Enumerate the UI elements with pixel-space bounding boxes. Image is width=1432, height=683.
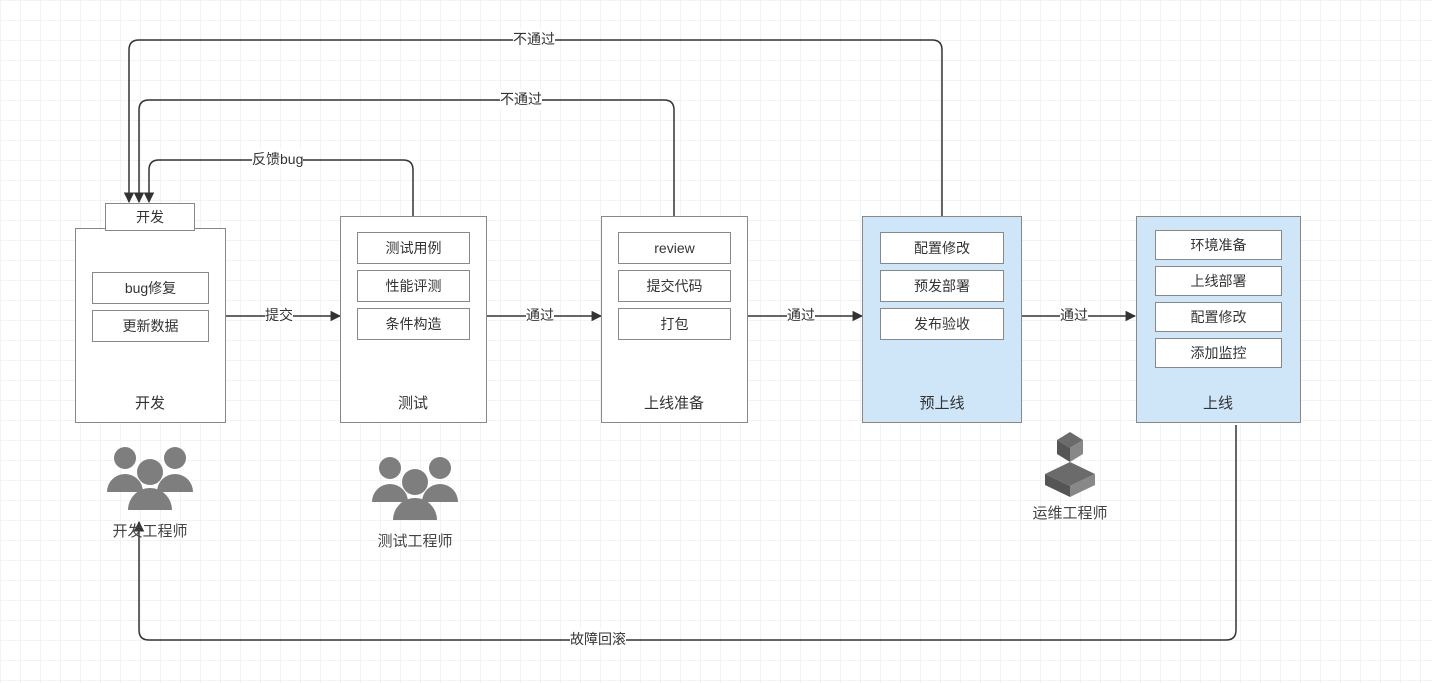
online-item-3: 添加监控 [1155,338,1282,368]
edge-fail1: 不通过 [500,89,542,109]
edge-submit: 提交 [265,305,293,325]
test-item-1: 性能评测 [357,270,470,302]
role-ops: 运维工程师 [1010,502,1130,523]
dev-item-1: 更新数据 [92,310,209,342]
test-item-2: 条件构造 [357,308,470,340]
online-item-0: 环境准备 [1155,230,1282,260]
stage-test-title: 测试 [363,392,463,413]
ops-cube-icon [1035,432,1105,497]
stage-pre-title: 预上线 [892,392,992,413]
prep-item-0: review [618,232,731,264]
stage-dev-header: 开发 [105,203,195,231]
stage-online-title: 上线 [1168,392,1268,413]
people-group-icon [95,440,205,510]
edge-pass1: 通过 [526,305,554,325]
prep-item-2: 打包 [618,308,731,340]
edge-pass3: 通过 [1060,305,1088,325]
people-group-icon [360,450,470,520]
edge-pass2: 通过 [787,305,815,325]
pre-item-1: 预发部署 [880,270,1004,302]
pre-item-0: 配置修改 [880,232,1004,264]
edge-feedback: 反馈bug [252,149,303,169]
role-dev: 开发工程师 [90,520,210,541]
test-item-0: 测试用例 [357,232,470,264]
dev-item-0: bug修复 [92,272,209,304]
role-test: 测试工程师 [355,530,475,551]
online-item-2: 配置修改 [1155,302,1282,332]
stage-prep-title: 上线准备 [624,392,724,413]
pre-item-2: 发布验收 [880,308,1004,340]
stage-dev-title: 开发 [100,392,200,413]
prep-item-1: 提交代码 [618,270,731,302]
edge-fail2: 不通过 [513,29,555,49]
online-item-1: 上线部署 [1155,266,1282,296]
edge-rollback: 故障回滚 [570,629,626,649]
